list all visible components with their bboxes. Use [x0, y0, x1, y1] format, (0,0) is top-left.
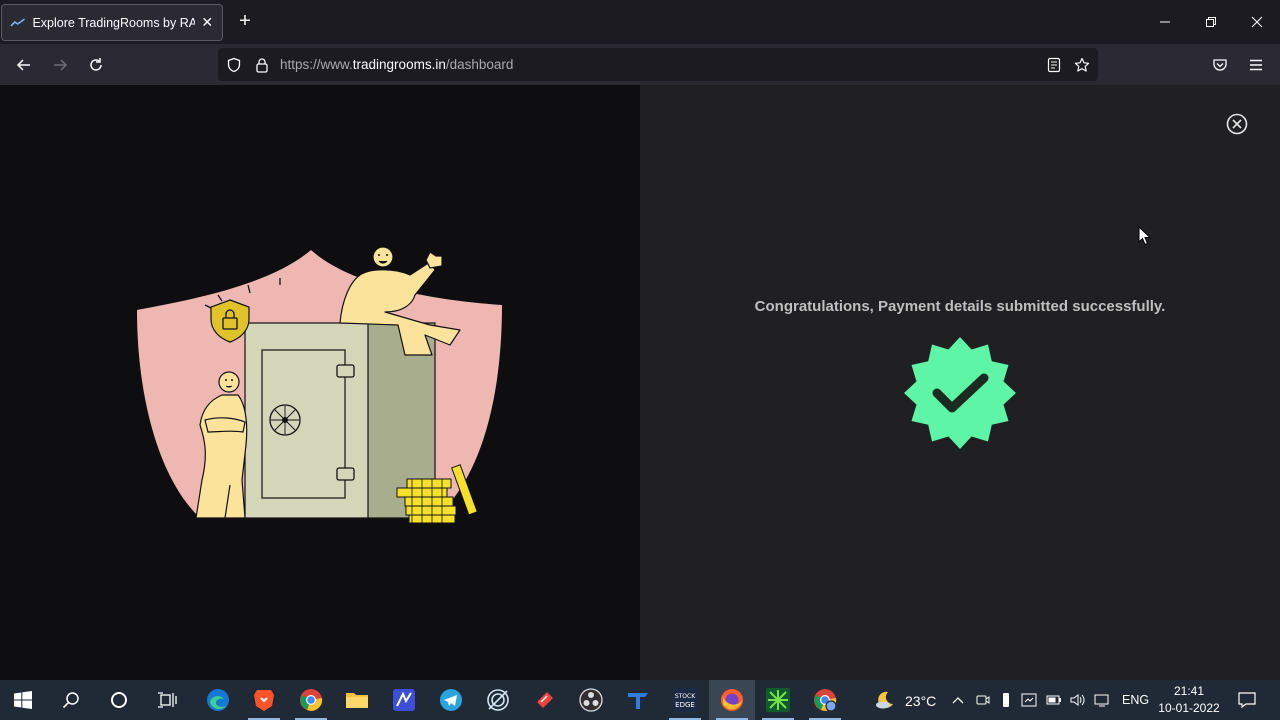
forward-arrow-icon[interactable]: [49, 54, 71, 76]
browser-toolbar: https://www.tradingrooms.in/dashboard: [0, 44, 1280, 85]
close-modal-icon[interactable]: [1226, 113, 1248, 135]
url-host: tradingrooms.in: [352, 57, 446, 72]
restore-icon[interactable]: [1201, 12, 1221, 32]
start-windows-icon[interactable]: [0, 680, 46, 720]
file-explorer-icon[interactable]: [334, 680, 380, 720]
language-indicator[interactable]: ENG: [1122, 693, 1149, 707]
browser-tab[interactable]: Explore TradingRooms by RAIN ✕: [1, 4, 223, 41]
menu-hamburger-icon[interactable]: [1245, 54, 1267, 76]
chrome-icon[interactable]: [288, 680, 334, 720]
clock-time: 21:41: [1173, 684, 1205, 698]
reader-view-icon[interactable]: [1045, 56, 1063, 74]
success-modal: Congratulations, Payment details submitt…: [640, 85, 1280, 680]
show-hidden-icons-icon[interactable]: [950, 692, 966, 708]
usb-device-icon[interactable]: [998, 692, 1014, 708]
chrome-profile-icon[interactable]: [802, 680, 848, 720]
cast-app-icon[interactable]: [475, 680, 521, 720]
back-arrow-icon[interactable]: [13, 54, 35, 76]
address-bar[interactable]: https://www.tradingrooms.in/dashboard: [218, 48, 1098, 81]
mouse-cursor-icon: [1138, 226, 1152, 246]
illustration-panel: [0, 85, 640, 680]
task-view-icon[interactable]: [144, 680, 190, 720]
pi-trading-icon[interactable]: [755, 680, 801, 720]
tab-close-icon[interactable]: ✕: [201, 14, 215, 31]
browser-tabbar: Explore TradingRooms by RAIN ✕ +: [0, 0, 1280, 44]
edge-icon[interactable]: [195, 680, 241, 720]
trading-terminal-icon[interactable]: [615, 680, 661, 720]
tab-title: Explore TradingRooms by RAIN: [32, 15, 195, 30]
obs-studio-icon[interactable]: [568, 680, 614, 720]
new-tab-icon[interactable]: +: [235, 11, 255, 31]
pocket-icon[interactable]: [1209, 54, 1231, 76]
clock-date: 10-01-2022: [1158, 701, 1220, 715]
site-favicon-icon: [10, 18, 25, 26]
anydesk-icon[interactable]: [522, 680, 568, 720]
url-text[interactable]: https://www.tradingrooms.in/dashboard: [280, 57, 513, 72]
telegram-icon[interactable]: [428, 680, 474, 720]
brave-icon[interactable]: [241, 680, 287, 720]
weather-temperature[interactable]: 23°C: [905, 693, 936, 709]
tracking-shield-icon[interactable]: [225, 56, 243, 74]
windows-taskbar: STOCK EDGE 23°C ENG 21:41 10-01-2022: [0, 680, 1280, 720]
page-content: Congratulations, Payment details submitt…: [0, 85, 1280, 680]
safe-front: [244, 322, 369, 519]
notes-app-icon[interactable]: [381, 680, 427, 720]
url-path: /dashboard: [445, 57, 514, 72]
reload-icon[interactable]: [85, 54, 107, 76]
minimize-icon[interactable]: [1155, 12, 1175, 32]
volume-icon[interactable]: [1070, 692, 1086, 708]
screen-capture-icon[interactable]: [1021, 692, 1037, 708]
svg-text:EDGE: EDGE: [675, 701, 695, 709]
search-icon[interactable]: [48, 680, 94, 720]
meet-now-icon[interactable]: [975, 692, 991, 708]
system-clock[interactable]: 21:41 10-01-2022: [1152, 683, 1226, 717]
bookmark-star-icon[interactable]: [1073, 56, 1091, 74]
lock-icon[interactable]: [253, 56, 271, 74]
stockedge-icon[interactable]: STOCK EDGE: [662, 680, 708, 720]
notification-center-icon[interactable]: [1238, 691, 1256, 709]
vault-illustration: [137, 246, 502, 524]
close-window-icon[interactable]: [1247, 12, 1267, 32]
network-icon[interactable]: [1094, 692, 1110, 708]
success-message: Congratulations, Payment details submitt…: [754, 298, 1166, 315]
verified-check-icon: [904, 337, 1016, 449]
url-scheme: https://www.: [280, 57, 353, 72]
firefox-icon[interactable]: [709, 680, 755, 720]
weather-moon-icon[interactable]: [875, 690, 895, 710]
battery-icon[interactable]: [1046, 692, 1062, 708]
svg-text:STOCK: STOCK: [675, 693, 696, 700]
cortana-icon[interactable]: [96, 680, 142, 720]
